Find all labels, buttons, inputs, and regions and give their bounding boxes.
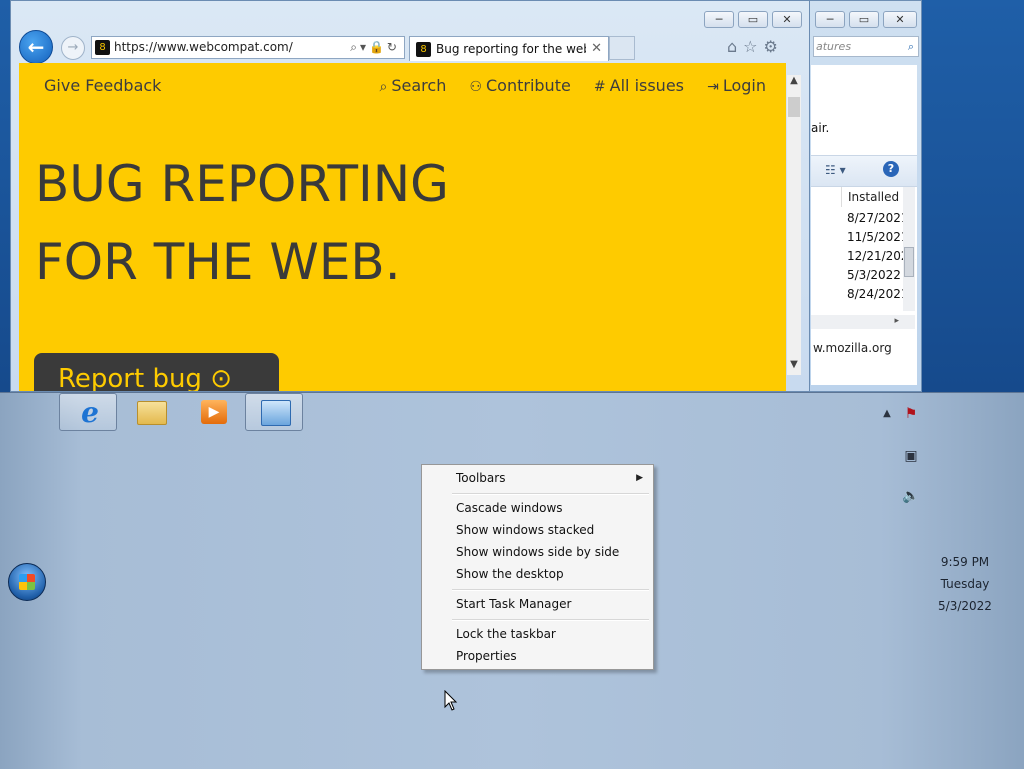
- action-center-flag-icon[interactable]: ⚑: [902, 405, 920, 423]
- close-button[interactable]: ✕: [883, 11, 917, 28]
- site-nav: ⌕ Search ⚇ Contribute # All issues ⇥ Login: [362, 76, 766, 95]
- clock-time: 9:59 PM: [940, 555, 990, 569]
- menu-item-lock-the-taskbar[interactable]: Lock the taskbar: [424, 623, 651, 645]
- description-text: air.: [811, 121, 830, 135]
- vertical-scrollbar[interactable]: [903, 187, 915, 311]
- mouse-cursor-icon: [444, 690, 458, 711]
- address-url[interactable]: https://www.webcompat.com/: [114, 37, 293, 58]
- system-clock[interactable]: 9:59 PM Tuesday 5/3/2022: [920, 551, 1010, 617]
- report-bug-button[interactable]: Report bug ⊙: [34, 353, 279, 391]
- maximize-button[interactable]: ▭: [849, 11, 879, 28]
- maximize-button[interactable]: ▭: [738, 11, 768, 28]
- forward-arrow-icon: →: [67, 40, 79, 55]
- nav-search[interactable]: ⌕ Search: [380, 76, 447, 95]
- internet-explorer-window[interactable]: ─ ▭ ✕ ← → 8 https://www.webcompat.com/ ⌕…: [10, 0, 810, 392]
- help-icon[interactable]: ?: [883, 161, 899, 177]
- taskbar-explorer-button[interactable]: [121, 393, 179, 431]
- hash-icon: #: [593, 79, 606, 95]
- menu-separator: [452, 589, 649, 591]
- programs-features-window[interactable]: ─ ▭ ✕ atures ⌕ air. ☷ ▾ ? Installed 8/27…: [808, 0, 922, 392]
- start-button[interactable]: [8, 563, 46, 601]
- programs-content: air. ☷ ▾ ? Installed 8/27/2021 11/5/2021…: [811, 65, 917, 385]
- folder-icon: [137, 401, 167, 425]
- close-button[interactable]: ✕: [772, 11, 802, 28]
- search-input[interactable]: atures ⌕: [813, 36, 919, 57]
- site-favicon-icon: 8: [95, 40, 110, 55]
- scroll-thumb[interactable]: [904, 247, 914, 277]
- address-bar[interactable]: 8 https://www.webcompat.com/ ⌕▾🔒↻: [91, 36, 405, 59]
- search-icon: ⌕: [379, 79, 388, 95]
- back-button[interactable]: ←: [19, 30, 53, 64]
- new-tab-button[interactable]: [609, 36, 635, 60]
- tab-title: Bug reporting for the web |...: [436, 42, 586, 56]
- network-icon[interactable]: ▣: [902, 447, 920, 465]
- tab-favicon-icon: 8: [416, 42, 431, 57]
- taskbar-media-player-button[interactable]: ▶: [183, 393, 241, 431]
- internet-explorer-icon: e: [81, 396, 99, 429]
- nav-all-issues[interactable]: # All issues: [594, 76, 684, 95]
- nav-contribute[interactable]: ⚇ Contribute: [469, 76, 570, 95]
- tab-webcompat[interactable]: 8 Bug reporting for the web |... ✕: [409, 36, 609, 61]
- clock-date: 5/3/2022: [938, 599, 992, 613]
- scroll-up-icon[interactable]: ▲: [787, 75, 801, 91]
- minimize-button[interactable]: ─: [815, 11, 845, 28]
- menu-item-show-the-desktop[interactable]: Show the desktop: [424, 563, 651, 585]
- address-actions-icons[interactable]: ⌕▾🔒↻: [350, 37, 400, 58]
- tab-close-icon[interactable]: ✕: [591, 37, 602, 61]
- forward-button[interactable]: →: [61, 36, 85, 60]
- webpage-content: Give Feedback ⌕ Search ⚇ Contribute # All i…: [19, 63, 786, 391]
- media-player-icon: ▶: [201, 400, 227, 424]
- home-favorites-tools-icons[interactable]: ⌂☆⚙: [727, 37, 784, 56]
- menu-item-properties[interactable]: Properties: [424, 645, 651, 667]
- taskbar-ie-button[interactable]: e: [59, 393, 117, 431]
- menu-separator: [452, 493, 649, 495]
- hero-heading-line1: BUG REPORTING: [35, 155, 449, 213]
- menu-item-cascade-windows[interactable]: Cascade windows: [424, 497, 651, 519]
- search-placeholder: atures: [816, 40, 852, 53]
- people-icon: ⚇: [469, 79, 482, 95]
- minimize-button[interactable]: ─: [704, 11, 734, 28]
- hero-heading-line2: FOR THE WEB.: [35, 233, 401, 291]
- submenu-arrow-icon: ▶: [636, 473, 643, 483]
- page-scrollbar[interactable]: ▲ ▼: [787, 75, 801, 375]
- taskbar-control-panel-button[interactable]: [245, 393, 303, 431]
- menu-item-show-windows-stacked[interactable]: Show windows stacked: [424, 519, 651, 541]
- back-arrow-icon: ←: [27, 35, 45, 59]
- menu-item-start-task-manager[interactable]: Start Task Manager: [424, 593, 651, 615]
- scroll-right-icon[interactable]: ▸: [894, 316, 899, 326]
- taskbar-context-menu: Toolbars ▶ Cascade windows Show windows …: [421, 464, 654, 670]
- scroll-down-icon[interactable]: ▼: [787, 359, 801, 375]
- menu-item-show-windows-side-by-side[interactable]: Show windows side by side: [424, 541, 651, 563]
- status-text: w.mozilla.org: [813, 341, 892, 355]
- scroll-thumb[interactable]: [788, 97, 800, 117]
- horizontal-scrollbar[interactable]: ▸: [811, 315, 915, 329]
- views-icon[interactable]: ☷ ▾: [825, 163, 846, 177]
- search-icon[interactable]: ⌕: [908, 37, 914, 56]
- installed-on-column-header[interactable]: Installed: [841, 187, 903, 207]
- windows-logo-icon: [19, 574, 35, 590]
- menu-separator: [452, 619, 649, 621]
- nav-login[interactable]: ⇥ Login: [707, 76, 766, 95]
- clock-day: Tuesday: [940, 577, 990, 591]
- programs-toolbar: ☷ ▾ ?: [811, 155, 917, 187]
- control-panel-icon: [261, 400, 291, 426]
- give-feedback-link[interactable]: Give Feedback: [44, 76, 161, 95]
- login-icon: ⇥: [707, 79, 719, 95]
- volume-icon[interactable]: 🔈: [902, 487, 920, 505]
- menu-item-toolbars[interactable]: Toolbars ▶: [424, 467, 651, 489]
- show-hidden-icons-icon[interactable]: ▲: [878, 405, 896, 423]
